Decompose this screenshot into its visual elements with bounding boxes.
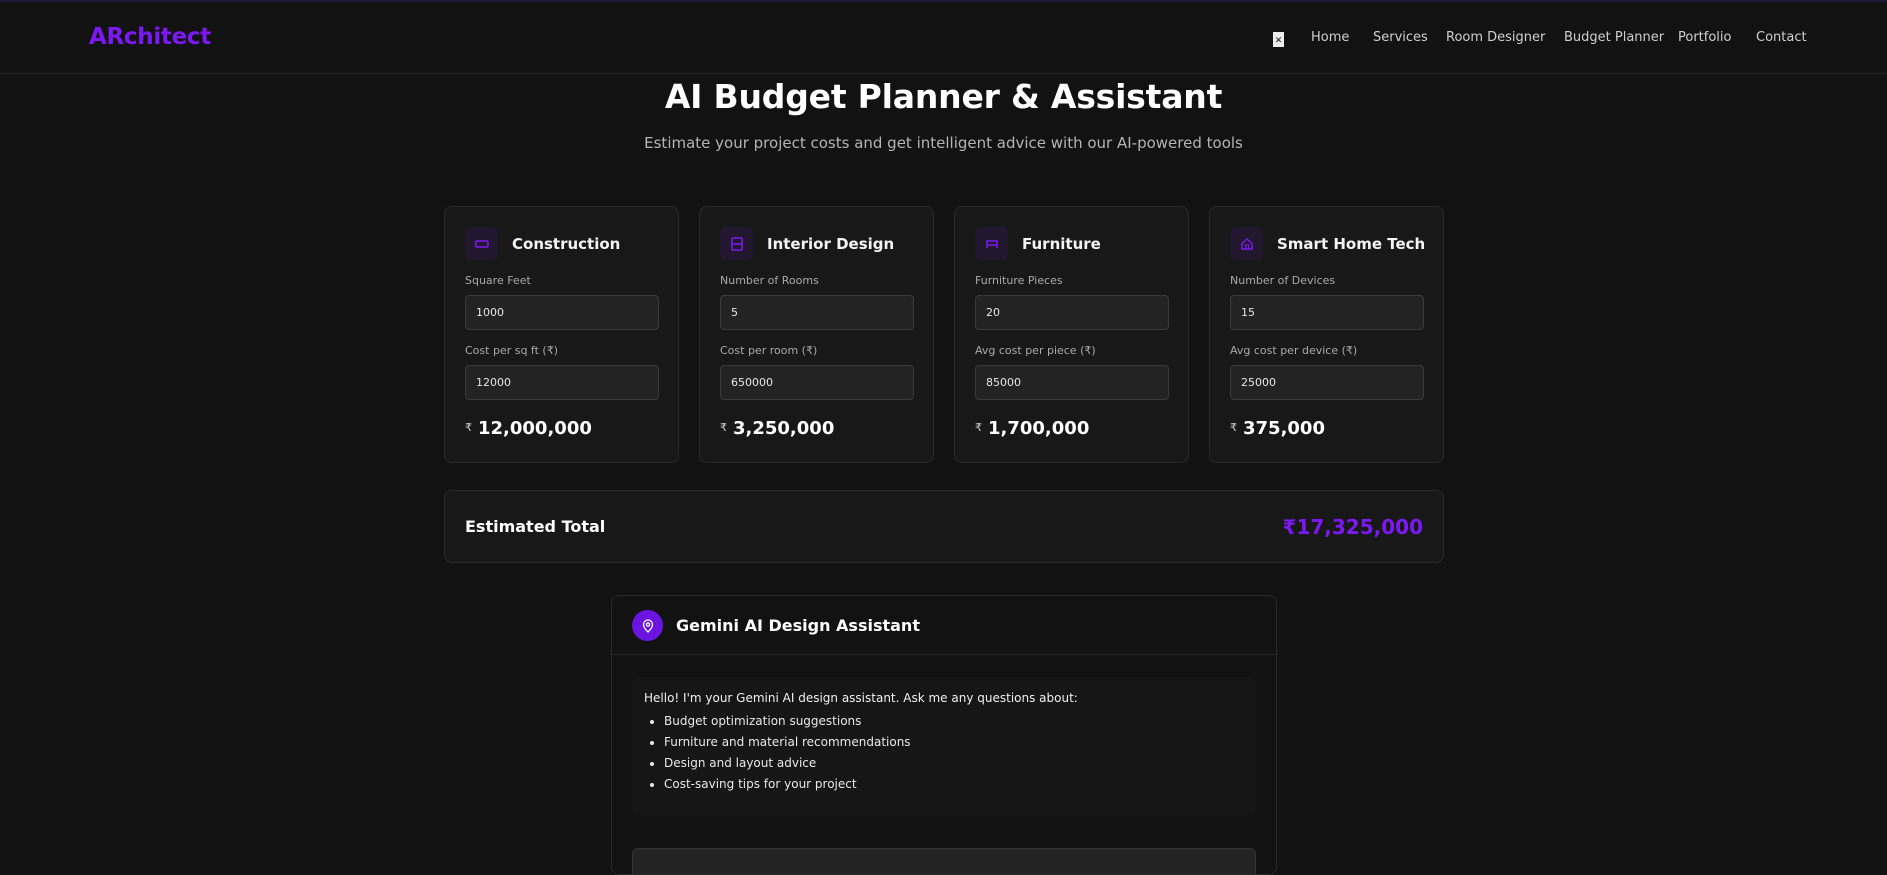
rectangle-icon (465, 227, 498, 260)
page-subtitle: Estimate your project costs and get inte… (644, 134, 1243, 152)
nav-room-designer[interactable]: Room Designer (1446, 30, 1545, 45)
nav-home[interactable]: Home (1311, 30, 1349, 45)
nav-services[interactable]: Services (1373, 30, 1428, 45)
card-total-value: 12,000,000 (478, 418, 592, 439)
field-label: Furniture Pieces (975, 274, 1063, 287)
message-intro: Hello! I'm your Gemini AI design assista… (644, 691, 1078, 705)
assistant-message: Hello! I'm your Gemini AI design assista… (632, 677, 1256, 815)
furniture-pieces-input[interactable] (975, 295, 1169, 330)
home-icon (1230, 227, 1263, 260)
currency-symbol: ₹ (1230, 421, 1237, 434)
rooms-input[interactable] (720, 295, 914, 330)
currency-symbol: ₹ (975, 421, 982, 434)
nav-budget-planner[interactable]: Budget Planner (1564, 30, 1664, 45)
list-item: Furniture and material recommendations (664, 735, 1244, 749)
cost-per-room-input[interactable] (720, 365, 914, 400)
assistant-title: Gemini AI Design Assistant (676, 616, 920, 635)
ai-assistant-panel: Gemini AI Design Assistant Hello! I'm yo… (611, 595, 1277, 875)
list-item: Design and layout advice (664, 756, 1244, 770)
list-item: Cost-saving tips for your project (664, 777, 1244, 791)
card-title: Smart Home Tech (1277, 235, 1426, 253)
assistant-header: Gemini AI Design Assistant (612, 596, 1276, 655)
card-total-value: 1,700,000 (988, 418, 1090, 439)
layout-icon (720, 227, 753, 260)
card-title: Interior Design (767, 235, 895, 253)
field-label: Cost per sq ft (₹) (465, 344, 559, 357)
list-item: Budget optimization suggestions (664, 714, 1244, 728)
estimated-total-label: Estimated Total (465, 517, 606, 536)
field-label: Avg cost per device (₹) (1230, 344, 1358, 357)
field-label: Number of Rooms (720, 274, 819, 287)
devices-input[interactable] (1230, 295, 1424, 330)
bed-icon (975, 227, 1008, 260)
square-feet-input[interactable] (465, 295, 659, 330)
cost-per-piece-input[interactable] (975, 365, 1169, 400)
page-title: AI Budget Planner & Assistant (664, 77, 1223, 116)
field-label: Avg cost per piece (₹) (975, 344, 1096, 357)
card-total-value: 375,000 (1243, 418, 1325, 439)
estimated-total-value: ₹17,325,000 (1282, 515, 1423, 539)
cost-per-sqft-input[interactable] (465, 365, 659, 400)
interior-design-card: Interior Design Number of Rooms Cost per… (699, 206, 934, 463)
card-title: Construction (512, 235, 621, 253)
furniture-card: Furniture Furniture Pieces Avg cost per … (954, 206, 1189, 463)
close-menu-icon[interactable]: ✕ (1273, 32, 1284, 47)
site-header: ARchitect ✕ Home Services Room Designer … (0, 2, 1887, 74)
field-label: Square Feet (465, 274, 531, 287)
field-label: Number of Devices (1230, 274, 1336, 287)
card-total: ₹1,700,000 (975, 418, 1089, 439)
smart-home-card: Smart Home Tech Number of Devices Avg co… (1209, 206, 1444, 463)
nav-portfolio[interactable]: Portfolio (1678, 30, 1731, 45)
card-total: ₹3,250,000 (720, 418, 834, 439)
topic-list: Budget optimization suggestions Furnitur… (644, 714, 1244, 791)
construction-card: Construction Square Feet Cost per sq ft … (444, 206, 679, 463)
card-total: ₹375,000 (1230, 418, 1325, 439)
location-pin-icon (632, 610, 663, 641)
nav-contact[interactable]: Contact (1756, 30, 1807, 45)
card-total-value: 3,250,000 (733, 418, 835, 439)
currency-symbol: ₹ (465, 421, 472, 434)
card-total: ₹12,000,000 (465, 418, 592, 439)
estimated-total-panel: Estimated Total ₹17,325,000 (444, 490, 1444, 563)
currency-symbol: ₹ (720, 421, 727, 434)
cost-per-device-input[interactable] (1230, 365, 1424, 400)
logo[interactable]: ARchitect (89, 24, 211, 50)
card-title: Furniture (1022, 235, 1101, 253)
field-label: Cost per room (₹) (720, 344, 818, 357)
